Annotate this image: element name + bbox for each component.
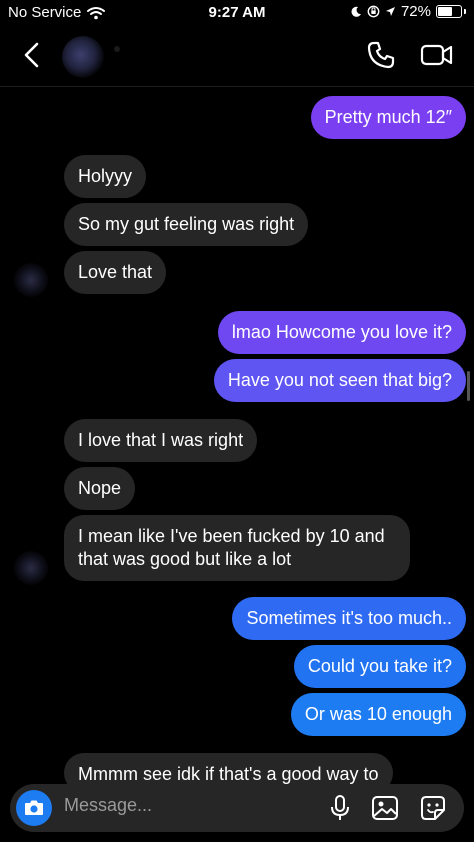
chevron-left-icon[interactable] — [18, 40, 46, 70]
scroll-indicator[interactable] — [467, 371, 470, 401]
location-arrow-icon — [385, 7, 395, 16]
message-incoming[interactable]: I mean like I've been fucked by 10 and t… — [64, 515, 410, 581]
message-incoming[interactable]: Holyyy — [64, 155, 147, 198]
message-incoming[interactable]: So my gut feeling was right — [64, 203, 309, 246]
message-outgoing[interactable]: lmao Howcome you love it? — [217, 311, 466, 354]
orientation-lock-icon — [367, 5, 380, 18]
message-outgoing[interactable]: Pretty much 12″ — [310, 96, 466, 139]
camera-button[interactable] — [16, 790, 52, 826]
moon-icon — [351, 6, 361, 17]
message-outgoing[interactable]: Or was 10 enough — [290, 693, 466, 736]
redacted-name-mark — [114, 46, 120, 52]
microphone-icon[interactable] — [328, 794, 352, 822]
sender-avatar[interactable] — [14, 263, 48, 297]
sticker-icon[interactable] — [418, 794, 448, 822]
camera-icon — [25, 800, 43, 815]
message-list[interactable]: Pretty much 12″ Holyyy So my gut feeling… — [0, 88, 474, 842]
image-icon[interactable] — [370, 794, 400, 822]
message-incoming[interactable]: Nope — [64, 467, 136, 510]
header-divider — [0, 86, 474, 87]
message-input[interactable]: Message... — [64, 795, 152, 816]
contact-avatar[interactable] — [62, 36, 104, 78]
battery-percent: 72% — [400, 3, 431, 20]
message-incoming[interactable]: I love that I was right — [64, 419, 258, 462]
message-outgoing[interactable]: Sometimes it's too much.. — [232, 597, 466, 640]
message-outgoing[interactable]: Have you not seen that big? — [213, 359, 466, 402]
battery-icon — [436, 5, 462, 18]
sender-avatar[interactable] — [14, 551, 48, 585]
chat-header — [0, 28, 474, 84]
message-outgoing[interactable]: Could you take it? — [293, 645, 466, 688]
status-bar: No Service 9:27 AM 72% — [0, 0, 474, 26]
message-incoming[interactable]: Love that — [64, 251, 167, 294]
video-camera-icon[interactable] — [420, 40, 454, 70]
dm-chat-screen: No Service 9:27 AM 72% Pretty much 12″ H… — [0, 0, 474, 842]
message-composer[interactable]: Message... — [10, 784, 464, 832]
phone-icon[interactable] — [366, 40, 396, 70]
